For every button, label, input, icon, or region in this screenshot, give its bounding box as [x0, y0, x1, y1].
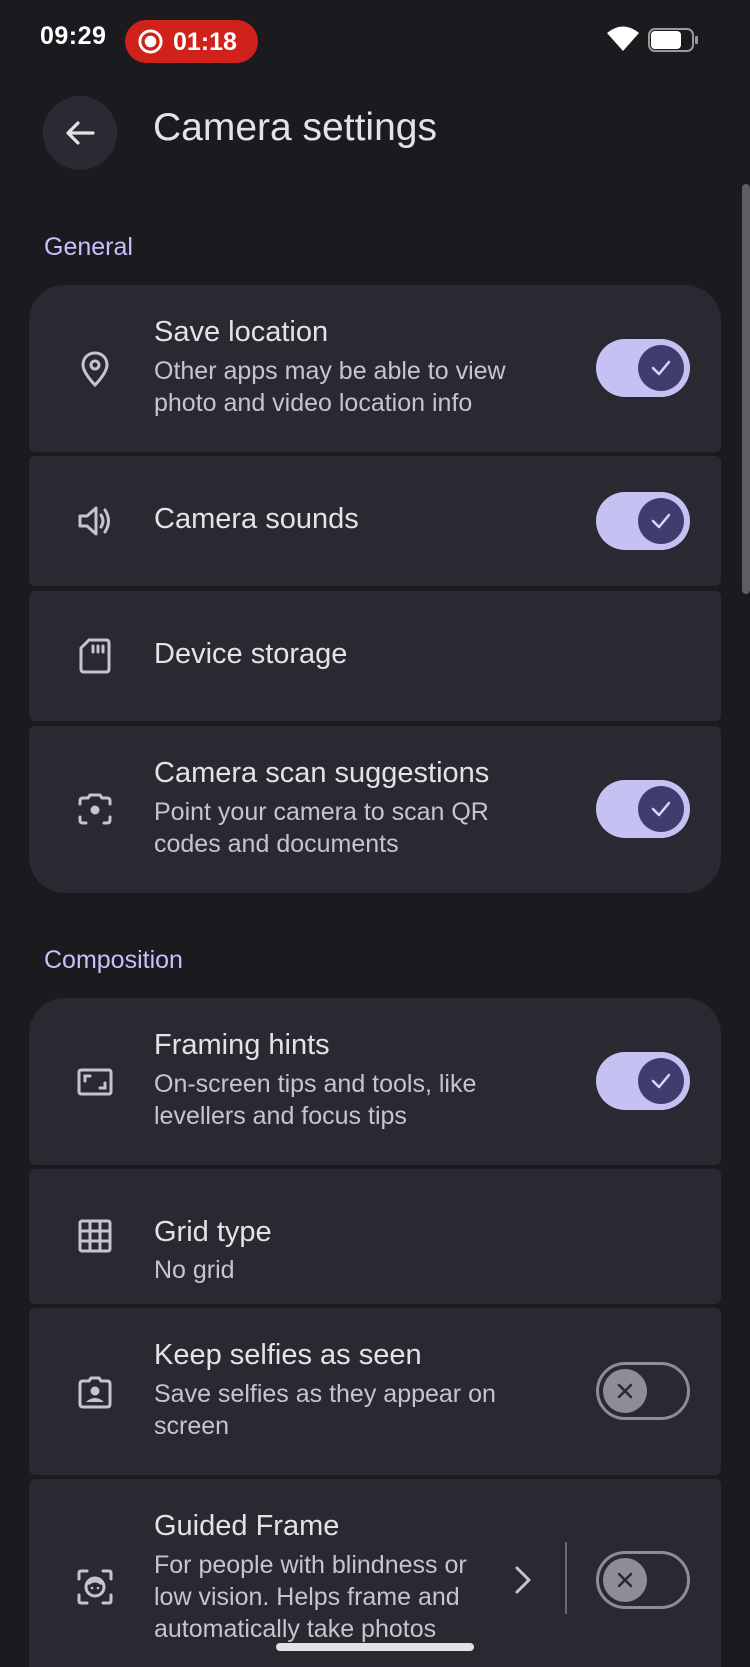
- setting-subtitle: Other apps may be able to view photo and…: [154, 357, 506, 417]
- page-title: Camera settings: [153, 106, 437, 149]
- toggle-knob: [638, 1058, 684, 1104]
- setting-grid-type[interactable]: Grid type No grid: [29, 1169, 721, 1304]
- check-icon: [651, 801, 671, 817]
- camera-scan-suggestions-toggle[interactable]: [596, 780, 690, 838]
- back-button[interactable]: [43, 96, 117, 170]
- toggle-knob: [638, 498, 684, 544]
- check-icon: [651, 1073, 671, 1089]
- toggle-knob: [638, 345, 684, 391]
- chevron-right-icon[interactable]: [509, 1560, 537, 1600]
- scrollbar[interactable]: [742, 184, 750, 594]
- guided-frame-toggle[interactable]: [596, 1551, 690, 1609]
- check-icon: [651, 360, 671, 376]
- save-location-toggle[interactable]: [596, 339, 690, 397]
- setting-subtitle: For people with blindness or low vision.…: [154, 1551, 467, 1643]
- keep-selfies-toggle[interactable]: [596, 1362, 690, 1420]
- setting-title: Save location: [154, 316, 329, 348]
- camera-sounds-toggle[interactable]: [596, 492, 690, 550]
- screen-recording-chip[interactable]: 01:18: [125, 20, 258, 63]
- setting-framing-hints[interactable]: Framing hints On-screen tips and tools, …: [29, 998, 721, 1165]
- status-bar: 09:29 01:18: [0, 0, 750, 84]
- setting-camera-scan-suggestions[interactable]: Camera scan suggestions Point your camer…: [29, 726, 721, 893]
- sd-card-icon: [79, 638, 111, 674]
- framing-icon: [77, 1068, 113, 1096]
- setting-subtitle: No grid: [154, 1256, 235, 1284]
- vertical-divider: [565, 1542, 567, 1614]
- camera-settings-screen: 09:29 01:18 Camera settings General Save…: [0, 0, 750, 1667]
- home-indicator[interactable]: [276, 1643, 474, 1651]
- setting-title: Framing hints: [154, 1029, 330, 1061]
- wifi-icon: [607, 26, 639, 51]
- setting-subtitle: Save selfies as they appear on screen: [154, 1380, 496, 1440]
- grid-icon: [78, 1219, 112, 1253]
- camera-scan-icon: [78, 793, 112, 825]
- recording-timer: 01:18: [173, 28, 237, 56]
- setting-title: Keep selfies as seen: [154, 1339, 422, 1371]
- setting-title: Grid type: [154, 1216, 272, 1248]
- toggle-knob: [638, 786, 684, 832]
- toggle-knob: [603, 1369, 647, 1413]
- check-icon: [651, 513, 671, 529]
- setting-keep-selfies-as-seen[interactable]: Keep selfies as seen Save selfies as the…: [29, 1308, 721, 1475]
- setting-title: Camera scan suggestions: [154, 757, 490, 789]
- setting-subtitle: On-screen tips and tools, like levellers…: [154, 1070, 477, 1130]
- arrow-back-icon: [66, 121, 95, 145]
- setting-guided-frame[interactable]: Guided Frame For people with blindness o…: [29, 1479, 721, 1667]
- close-icon: [617, 1383, 633, 1399]
- location-pin-icon: [81, 351, 109, 388]
- section-header-composition: Composition: [44, 946, 183, 974]
- toggle-knob: [603, 1558, 647, 1602]
- setting-device-storage[interactable]: Device storage: [29, 591, 721, 721]
- section-header-general: General: [44, 233, 133, 261]
- battery-icon: [648, 28, 698, 52]
- status-time: 09:29: [40, 22, 107, 50]
- close-icon: [617, 1572, 633, 1588]
- speaker-icon: [78, 506, 110, 536]
- selfie-portrait-icon: [78, 1376, 112, 1409]
- framing-hints-toggle[interactable]: [596, 1052, 690, 1110]
- record-icon: [138, 29, 163, 54]
- setting-subtitle: Point your camera to scan QR codes and d…: [154, 798, 489, 858]
- face-frame-icon: [77, 1569, 113, 1605]
- setting-camera-sounds[interactable]: Camera sounds: [29, 456, 721, 586]
- setting-save-location[interactable]: Save location Other apps may be able to …: [29, 285, 721, 452]
- setting-title: Guided Frame: [154, 1510, 340, 1542]
- setting-title: Device storage: [154, 638, 348, 670]
- setting-title: Camera sounds: [154, 503, 359, 535]
